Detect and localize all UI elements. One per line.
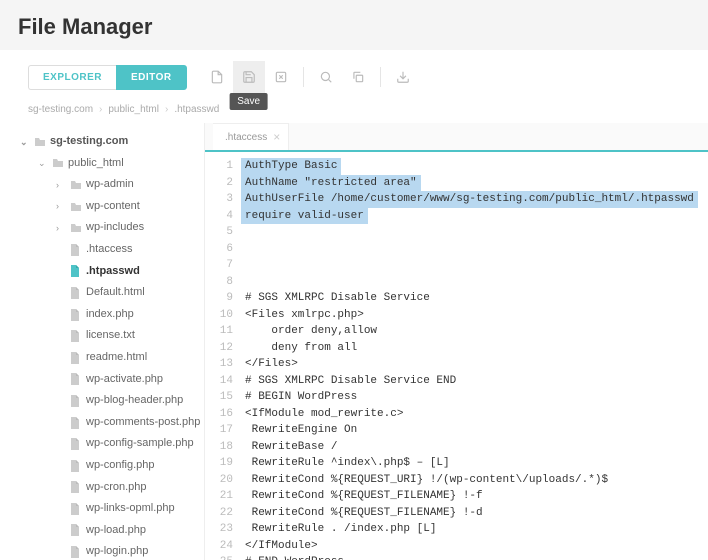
chevron-right-icon: › [56,221,66,235]
editor-file-tab[interactable]: .htaccess × [213,123,289,150]
tree-root[interactable]: ⌄ sg-testing.com [0,131,204,153]
toolbar-divider [303,67,304,87]
tab-label: .htaccess [225,132,267,143]
tree-label: wp-config-sample.php [86,435,194,453]
file-icon [70,481,80,493]
search-icon[interactable] [310,61,342,93]
tree-label: .htpasswd [86,263,140,281]
chevron-down-icon: ⌄ [38,156,48,170]
tree-file[interactable]: wp-login.php [0,541,204,560]
tree-label: wp-config.php [86,457,155,475]
tree-label: wp-links-opml.php [86,500,175,518]
toolbar: EXPLORER EDITOR Save [0,50,708,96]
tree-file[interactable]: index.php [0,304,204,326]
file-icon [70,546,80,558]
breadcrumb: sg-testing.com › public_html › .htpasswd [0,96,708,123]
tree-label: public_html [68,155,124,173]
tree-label: Default.html [86,284,145,302]
editor-tabs: .htaccess × [205,123,708,152]
tree-label: wp-blog-header.php [86,392,183,410]
folder-icon [52,158,64,168]
tree-label: wp-comments-post.php [86,414,200,432]
page-title: File Manager [18,14,690,40]
folder-icon [70,223,82,233]
page-header: File Manager [0,0,708,50]
tree-label: wp-login.php [86,543,148,560]
chevron-right-icon: › [56,178,66,192]
editor-pane: .htaccess × 1234567891011121314151617181… [205,123,708,560]
folder-icon [70,180,82,190]
file-icon [70,460,80,472]
download-icon[interactable] [387,61,419,93]
line-gutter: 1234567891011121314151617181920212223242… [205,158,241,560]
breadcrumb-item[interactable]: sg-testing.com [28,104,93,115]
tree-file[interactable]: license.txt [0,325,204,347]
copy-icon[interactable] [342,61,374,93]
chevron-right-icon: › [99,104,102,115]
tree-folder[interactable]: › wp-admin [0,174,204,196]
tree-label: wp-admin [86,176,134,194]
breadcrumb-item[interactable]: .htpasswd [174,104,219,115]
tree-label: sg-testing.com [50,133,128,151]
new-file-icon[interactable] [201,61,233,93]
main-area: ⌄ sg-testing.com ⌄ public_html › wp-admin… [0,123,708,560]
tree-folder[interactable]: › wp-content [0,196,204,218]
delete-icon[interactable] [265,61,297,93]
tree-file[interactable]: .htaccess [0,239,204,261]
tree-label: license.txt [86,327,135,345]
tree-label: wp-content [86,198,140,216]
file-icon [70,265,80,277]
file-icon [70,417,80,429]
close-icon[interactable]: × [273,130,280,144]
chevron-right-icon: › [165,104,168,115]
tree-file[interactable]: wp-config.php [0,455,204,477]
tree-label: wp-includes [86,219,144,237]
tree-label: index.php [86,306,134,324]
file-icon [70,438,80,450]
file-icon [70,524,80,536]
tree-file[interactable]: wp-blog-header.php [0,390,204,412]
code-editor[interactable]: 1234567891011121314151617181920212223242… [205,152,708,560]
tree-file[interactable]: wp-load.php [0,520,204,542]
save-tooltip: Save [229,93,268,110]
tree-label: wp-cron.php [86,479,147,497]
folder-icon [70,202,82,212]
file-icon [70,352,80,364]
folder-icon [34,137,46,147]
file-icon [70,309,80,321]
tree-file[interactable]: readme.html [0,347,204,369]
save-icon[interactable]: Save [233,61,265,93]
tree-file[interactable]: wp-comments-post.php [0,412,204,434]
toolbar-divider [380,67,381,87]
chevron-down-icon: ⌄ [20,135,30,149]
code-content[interactable]: AuthType BasicAuthName "restricted area"… [241,158,708,560]
file-icon [70,503,80,515]
tree-label: readme.html [86,349,147,367]
file-icon [70,244,80,256]
chevron-right-icon: › [56,199,66,213]
tree-file[interactable]: wp-activate.php [0,369,204,391]
tree-folder[interactable]: › wp-includes [0,217,204,239]
tree-file[interactable]: .htpasswd [0,261,204,283]
tree-label: wp-activate.php [86,371,163,389]
breadcrumb-item[interactable]: public_html [108,104,159,115]
tree-file[interactable]: Default.html [0,282,204,304]
file-icon [70,330,80,342]
tree-file[interactable]: wp-config-sample.php [0,433,204,455]
tree-file[interactable]: wp-cron.php [0,477,204,499]
tree-folder[interactable]: ⌄ public_html [0,153,204,175]
file-icon [70,395,80,407]
file-tree: ⌄ sg-testing.com ⌄ public_html › wp-admin… [0,123,205,560]
tree-label: .htaccess [86,241,132,259]
explorer-tab-button[interactable]: EXPLORER [28,65,116,90]
file-icon [70,287,80,299]
file-icon [70,373,80,385]
editor-tab-button[interactable]: EDITOR [116,65,187,90]
tree-file[interactable]: wp-links-opml.php [0,498,204,520]
tree-label: wp-load.php [86,522,146,540]
